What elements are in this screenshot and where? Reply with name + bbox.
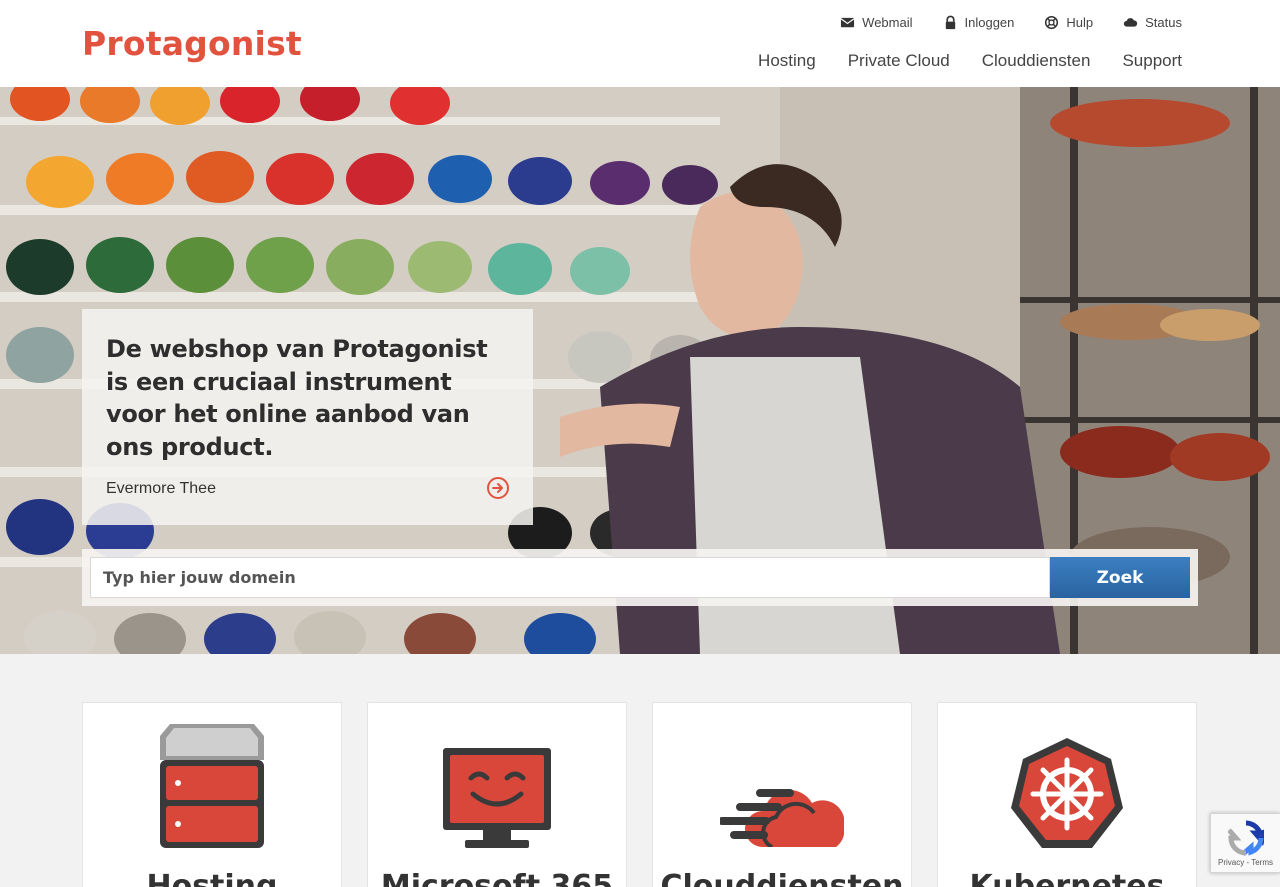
recaptcha-badge[interactable]: Privacy - Terms xyxy=(1210,813,1280,873)
mainnav-hosting[interactable]: Hosting xyxy=(758,51,816,71)
testimonial-card: De webshop van Protagonist is een crucia… xyxy=(82,309,533,525)
testimonial-source: Evermore Thee xyxy=(106,480,216,497)
site-header: Protagonist Webmail Inloggen Hulp Status… xyxy=(0,0,1280,87)
mainnav-private-cloud[interactable]: Private Cloud xyxy=(848,51,950,71)
card-clouddiensten[interactable]: Clouddiensten xyxy=(652,702,912,887)
search-button[interactable]: Zoek xyxy=(1050,557,1190,598)
testimonial-quote: De webshop van Protagonist is een crucia… xyxy=(106,335,488,461)
cloud-speed-icon xyxy=(720,789,844,847)
topnav-login[interactable]: Inloggen xyxy=(943,12,1015,32)
topnav-status-label: Status xyxy=(1145,14,1182,30)
server-icon xyxy=(160,724,264,848)
arrow-right-circle-icon[interactable] xyxy=(487,477,509,499)
envelope-icon xyxy=(840,17,855,27)
utility-nav: Webmail Inloggen Hulp Status xyxy=(840,12,1182,32)
main-nav: Hosting Private Cloud Clouddiensten Supp… xyxy=(758,51,1182,71)
recaptcha-icon xyxy=(1227,820,1264,856)
site-logo[interactable]: Protagonist xyxy=(82,24,302,63)
mainnav-clouddiensten[interactable]: Clouddiensten xyxy=(982,51,1091,71)
card-hosting[interactable]: Hosting xyxy=(82,702,342,887)
kubernetes-helm-icon xyxy=(1011,738,1123,848)
hero-banner: De webshop van Protagonist is een crucia… xyxy=(0,87,1280,654)
cloud-icon xyxy=(1123,17,1138,27)
card-kubernetes[interactable]: Kubernetes xyxy=(937,702,1197,887)
topnav-login-label: Inloggen xyxy=(964,14,1015,30)
product-cards: Hosting Microsoft 365 Clouddiensten Kube… xyxy=(82,702,1197,887)
topnav-help[interactable]: Hulp xyxy=(1044,12,1093,32)
mainnav-support[interactable]: Support xyxy=(1122,51,1182,71)
topnav-status[interactable]: Status xyxy=(1123,12,1182,32)
topnav-help-label: Hulp xyxy=(1066,14,1094,30)
lock-icon xyxy=(945,15,955,29)
recaptcha-links[interactable]: Privacy - Terms xyxy=(1218,858,1273,867)
topnav-webmail-label: Webmail xyxy=(862,14,913,30)
card-microsoft-365-title: Microsoft 365 xyxy=(380,869,614,887)
card-clouddiensten-title: Clouddiensten xyxy=(660,869,904,887)
lifebuoy-icon xyxy=(1045,15,1059,29)
domain-search-input[interactable] xyxy=(90,557,1050,598)
domain-search: Zoek xyxy=(82,549,1198,606)
card-hosting-title: Hosting xyxy=(146,869,278,887)
card-kubernetes-title: Kubernetes xyxy=(969,869,1165,887)
topnav-webmail[interactable]: Webmail xyxy=(840,12,913,32)
card-microsoft-365[interactable]: Microsoft 365 xyxy=(367,702,627,887)
monitor-smile-icon xyxy=(443,748,551,848)
